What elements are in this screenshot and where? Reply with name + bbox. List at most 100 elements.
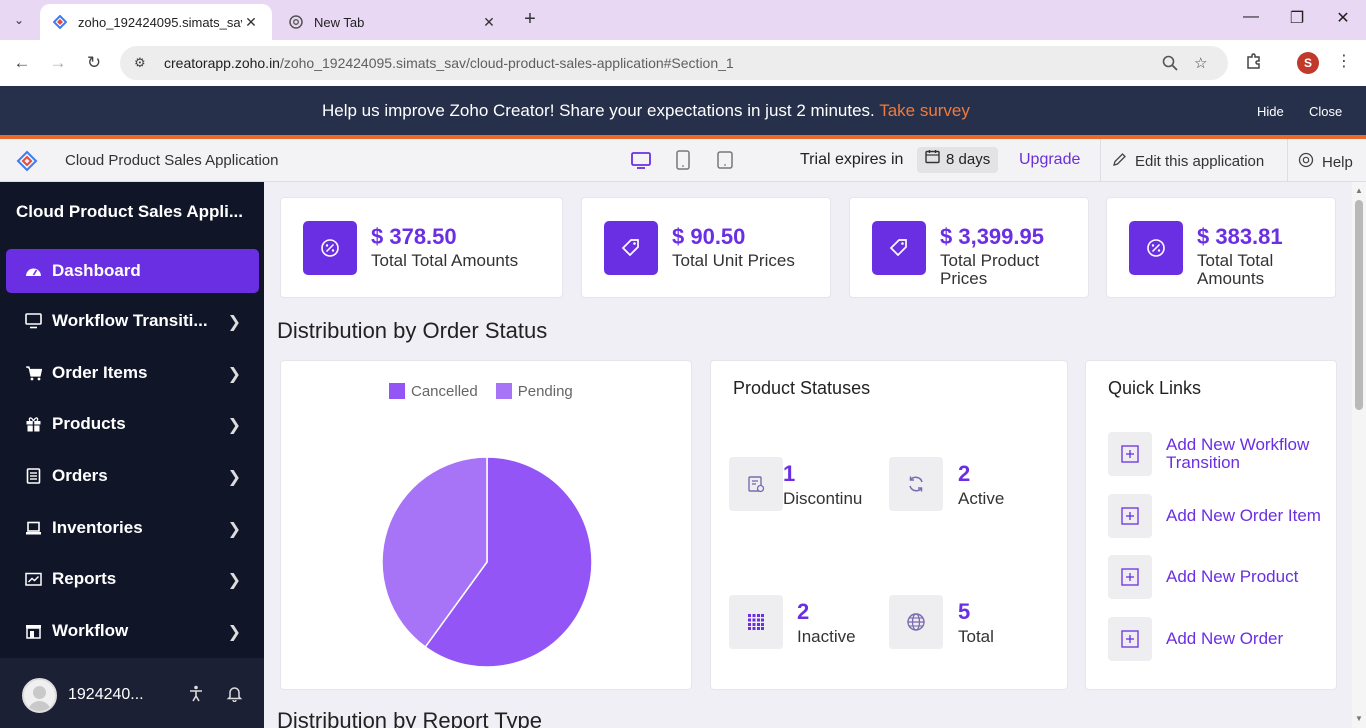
trial-days-badge: 8 days <box>917 147 999 173</box>
close-tab-icon[interactable]: ✕ <box>480 14 498 31</box>
avatar[interactable] <box>22 678 57 713</box>
hide-banner-button[interactable]: Hide <box>1257 104 1284 119</box>
tablet-view-icon[interactable] <box>675 150 695 172</box>
browser-tab-new[interactable]: New Tab ✕ <box>276 4 510 40</box>
new-tab-button[interactable]: + <box>518 9 542 31</box>
card-title: Product Statuses <box>733 378 871 398</box>
url-host: creatorapp.zoho.in <box>164 55 280 71</box>
stat-card: $ 378.50 Total Total Amounts <box>280 197 563 298</box>
sidebar-item-inventories[interactable]: Inventories ❯ <box>6 506 259 550</box>
section-title: Distribution by Order Status <box>277 318 548 343</box>
zoom-icon[interactable] <box>1162 46 1178 80</box>
refresh-icon <box>889 457 943 511</box>
accessibility-icon[interactable] <box>188 685 204 707</box>
calendar-icon <box>925 147 940 173</box>
edit-application-button[interactable]: Edit this application <box>1112 152 1264 171</box>
stat-caption: Total Total Amounts <box>371 251 519 270</box>
scrollbar-thumb[interactable] <box>1355 200 1363 410</box>
quick-link-label: Add New Product <box>1166 567 1299 586</box>
status-item[interactable]: 1 Discontinu <box>729 457 879 513</box>
app-header: Cloud Product Sales Application Trial ex… <box>0 139 1366 182</box>
address-bar[interactable]: ⚙ creatorapp.zoho.in/zoho_192424095.sima… <box>120 46 1228 80</box>
reload-icon[interactable]: ↻ <box>82 51 106 75</box>
sidebar-item-order-items[interactable]: Order Items ❯ <box>6 351 259 395</box>
take-survey-link[interactable]: Take survey <box>879 101 970 120</box>
upgrade-link[interactable]: Upgrade <box>1019 151 1080 169</box>
site-info-icon[interactable]: ⚙ <box>134 55 154 71</box>
store-icon <box>24 622 42 640</box>
quick-link-add-workflow-transition[interactable]: Add New Workflow Transition <box>1108 432 1336 476</box>
grid-icon <box>729 595 783 649</box>
profile-avatar[interactable]: S <box>1297 52 1319 74</box>
extensions-icon[interactable] <box>1245 52 1263 75</box>
quick-link-add-product[interactable]: Add New Product <box>1108 555 1298 599</box>
tab-title: zoho_192424095.simats_sav - C <box>78 14 242 30</box>
bookmark-star-icon[interactable]: ☆ <box>1194 46 1207 80</box>
laptop-icon <box>24 519 42 537</box>
chart-icon <box>24 570 42 588</box>
stat-value: $ 378.50 <box>371 224 457 249</box>
trial-days: 8 days <box>946 151 991 168</box>
sidebar-item-workflow-transitions[interactable]: Workflow Transiti... ❯ <box>6 299 259 343</box>
zoho-creator-logo-icon[interactable] <box>16 150 38 172</box>
status-count: 1 <box>783 461 796 486</box>
zoho-favicon-icon <box>52 14 68 30</box>
close-banner-button[interactable]: Close <box>1309 104 1342 119</box>
discontinued-icon <box>729 457 783 511</box>
list-icon <box>24 467 42 485</box>
page-scrollbar[interactable]: ▲ ▼ <box>1352 182 1366 728</box>
sidebar-item-reports[interactable]: Reports ❯ <box>6 557 259 601</box>
sidebar-item-products[interactable]: Products ❯ <box>6 402 259 446</box>
stat-card: $ 3,399.95 Total Product Prices <box>849 197 1089 298</box>
help-icon <box>1298 152 1314 172</box>
chrome-favicon-icon <box>288 14 304 30</box>
back-icon[interactable]: ← <box>10 51 34 75</box>
quick-link-label: Add New Order Item <box>1166 506 1321 525</box>
quick-links-card: Quick Links Add New Workflow Transition … <box>1085 360 1337 690</box>
sidebar-item-dashboard[interactable]: Dashboard <box>6 249 259 293</box>
quick-link-add-order-item[interactable]: Add New Order Item <box>1108 494 1321 538</box>
status-label: Discontinu <box>783 489 863 508</box>
sidebar-item-workflow[interactable]: Workflow ❯ <box>6 609 259 653</box>
status-item[interactable]: 5 Total <box>889 595 1039 651</box>
sidebar-item-orders[interactable]: Orders ❯ <box>6 454 259 498</box>
quick-link-add-order[interactable]: Add New Order <box>1108 617 1283 661</box>
status-label: Inactive <box>797 627 856 646</box>
sidebar-item-label: Workflow <box>52 621 129 640</box>
scroll-down-icon[interactable]: ▼ <box>1355 714 1363 723</box>
help-button[interactable]: Help <box>1298 152 1353 172</box>
chevron-right-icon: ❯ <box>227 469 241 486</box>
stat-value: $ 383.81 <box>1197 224 1283 249</box>
chevron-right-icon: ❯ <box>227 366 241 383</box>
close-tab-icon[interactable]: ✕ <box>242 14 260 31</box>
chevron-right-icon: ❯ <box>227 624 241 641</box>
plus-box-icon <box>1108 617 1152 661</box>
trial-label: Trial expires in <box>800 151 904 168</box>
user-name: 1924240... <box>68 686 144 703</box>
browser-tab-active[interactable]: zoho_192424095.simats_sav - C ✕ <box>40 4 272 40</box>
status-count: 2 <box>958 461 971 486</box>
dashboard-icon <box>24 262 42 280</box>
stat-caption: Total Product Prices <box>940 251 1040 288</box>
quick-link-label: Add New Order <box>1166 629 1284 648</box>
card-title: Quick Links <box>1108 378 1202 398</box>
restore-icon[interactable]: ❐ <box>1282 8 1312 32</box>
status-item[interactable]: 2 Inactive <box>729 595 879 651</box>
notification-bell-icon[interactable] <box>226 685 243 707</box>
mobile-view-icon[interactable] <box>716 150 736 172</box>
pie-chart <box>381 456 593 668</box>
stat-card: $ 90.50 Total Unit Prices <box>581 197 831 298</box>
forward-icon[interactable]: → <box>46 51 70 75</box>
tab-title: New Tab <box>314 14 365 30</box>
status-label: Total <box>958 627 994 646</box>
browser-tab-strip: ⌄ zoho_192424095.simats_sav - C ✕ New Ta… <box>0 0 1366 40</box>
plus-box-icon <box>1108 432 1152 476</box>
scroll-up-icon[interactable]: ▲ <box>1355 186 1363 195</box>
plus-box-icon <box>1108 494 1152 538</box>
close-window-icon[interactable]: ✕ <box>1328 8 1358 32</box>
desktop-view-icon[interactable] <box>631 150 651 172</box>
minimize-icon[interactable]: — <box>1236 8 1266 32</box>
browser-menu-icon[interactable]: ⋮ <box>1336 51 1352 71</box>
tab-search-icon[interactable]: ⌄ <box>8 9 30 31</box>
status-item[interactable]: 2 Active <box>889 457 1039 513</box>
